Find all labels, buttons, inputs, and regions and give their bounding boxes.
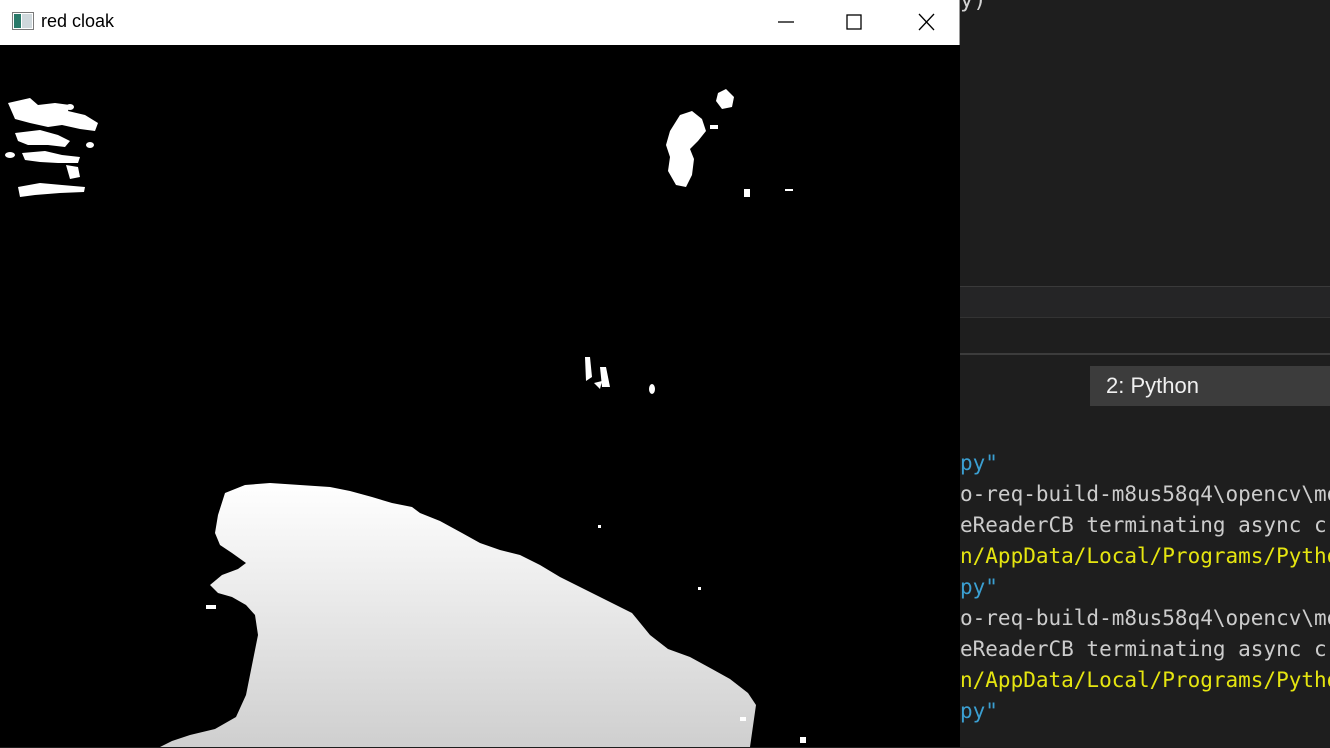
code-editor[interactable]	[960, 0, 1330, 286]
terminal-line: o-req-build-m8us58q4\opencv\mo	[960, 606, 1330, 630]
editor-code-fragment: y)	[960, 0, 987, 13]
window-title: red cloak	[41, 11, 115, 31]
terminal-panel[interactable]: 2: Python py" o-req-build-m8us58q4\opencv…	[960, 355, 1330, 747]
close-button[interactable]	[892, 0, 960, 45]
editor-status-strip	[960, 286, 1330, 317]
terminal-line: eReaderCB terminating async c	[960, 637, 1327, 661]
opencv-window[interactable]: red cloak	[0, 0, 960, 747]
mask-image	[0, 45, 960, 747]
terminal-line: py"	[960, 451, 998, 475]
terminal-line: eReaderCB terminating async c	[960, 513, 1327, 537]
maximize-icon	[846, 14, 862, 30]
terminal-line: o-req-build-m8us58q4\opencv\mo	[960, 482, 1330, 506]
window-titlebar[interactable]: red cloak	[0, 0, 960, 45]
terminal-line: n/AppData/Local/Programs/Pytho	[960, 544, 1330, 568]
terminal-line: py"	[960, 699, 998, 723]
panel-tabs-strip	[960, 317, 1330, 354]
terminal-line: py"	[960, 575, 998, 599]
maximize-button[interactable]	[820, 0, 888, 45]
app-window-icon	[12, 12, 34, 30]
close-icon	[918, 13, 935, 31]
terminal-line: n/AppData/Local/Programs/Pytho	[960, 668, 1330, 692]
minimize-icon	[778, 21, 794, 23]
terminal-output[interactable]: py" o-req-build-m8us58q4\opencv\mo eReader…	[960, 448, 1330, 748]
minimize-button[interactable]	[752, 0, 820, 45]
terminal-select-dropdown[interactable]: 2: Python	[1090, 366, 1330, 406]
